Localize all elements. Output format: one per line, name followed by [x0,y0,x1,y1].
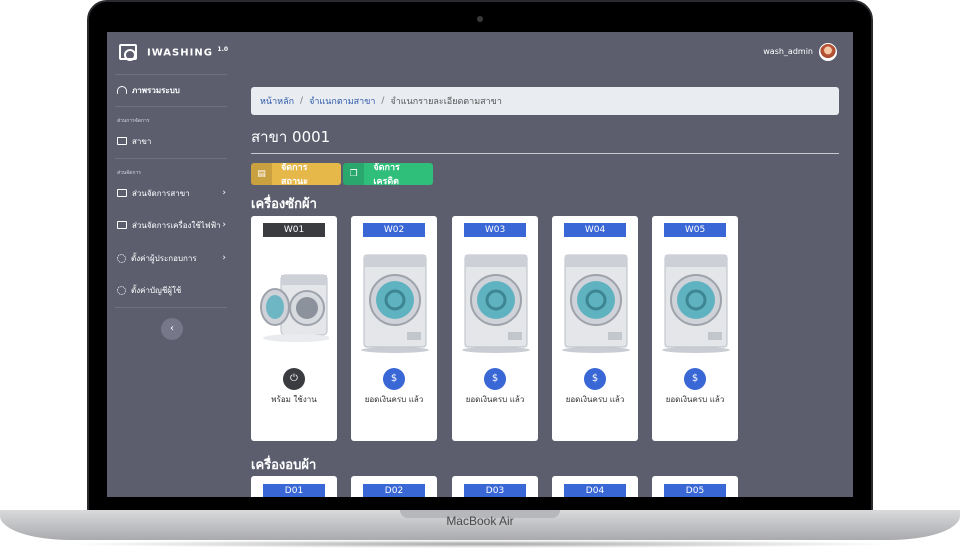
breadcrumb: หน้าหลัก / จำแนกตามสาขา / จำแนกรายละเอีย… [251,87,839,115]
washing-machine-icon [119,44,137,61]
machine-status-text: ยอดเงินครบ แล้ว [665,395,725,404]
sidebar-divider [115,158,227,159]
chevron-right-icon: › [222,253,226,263]
store-icon [117,137,127,145]
sidebar-item-branch-management[interactable]: ส่วนจัดการสาขา › [117,186,232,200]
machine-id-badge: D03 [464,484,526,497]
device-label: MacBook Air [446,514,514,528]
dryer-card-d03[interactable]: D03 [452,476,538,497]
sidebar-item-operator-settings[interactable]: ตั้งค่าผู้ประกอบการ › [117,251,232,265]
brand-logo[interactable]: IWASHING 1.0 [147,46,228,58]
dryers-section-title: เครื่องอบผ้า [251,458,317,473]
machine-id-badge: W05 [664,223,726,237]
sidebar: ภาพรวมระบบ ส่วนการจัดการ สาขา ส่วนจัดการ… [107,72,237,497]
breadcrumb-separator: / [381,96,385,106]
appliance-icon [117,221,127,229]
front-load-washer-open-image [260,274,329,342]
coin-hand-icon[interactable]: $ [484,368,506,390]
front-load-washer-image [662,254,730,353]
chevron-left-icon: ‹ [170,323,174,334]
top-bar: IWASHING 1.0 wash_admin [107,32,853,72]
sidebar-divider [115,74,227,75]
main-content: หน้าหลัก / จำแนกตามสาขา / จำแนกรายละเอีย… [237,72,853,497]
front-load-washer-image [361,254,429,353]
sidebar-item-label: ตั้งค่าบัญชีผู้ใช้ [131,285,182,295]
machine-id-badge: W03 [464,223,526,237]
laptop-shadow [60,540,900,548]
sidebar-item-label: ภาพรวมระบบ [132,85,180,95]
camera [477,16,483,22]
sidebar-item-label: ส่วนจัดการสาขา [132,188,190,198]
sidebar-item-label: ตั้งค่าผู้ประกอบการ [131,253,197,263]
machine-status-text: ยอดเงินครบ แล้ว [364,395,424,404]
front-load-washer-image [562,254,630,353]
washer-card-w05[interactable]: W05 $ ยอดเงินครบ แล้ว [652,216,738,441]
machine-id-badge: W04 [564,223,626,237]
coin-hand-icon[interactable]: $ [383,368,405,390]
manage-status-label: จัดการสถานะ [281,163,308,185]
page-title: สาขา 0001 [251,128,331,146]
chevron-right-icon: › [222,220,226,230]
sidebar-heading: ส่วนจัดการ [117,170,141,176]
machine-id-badge: D05 [664,484,726,497]
screen: IWASHING 1.0 wash_admin ภาพรวมระบบ ส่วนก… [107,32,853,497]
breadcrumb-home[interactable]: หน้าหลัก [260,94,294,108]
brand-version: 1.0 [217,46,229,53]
chevron-right-icon: › [222,188,226,198]
sidebar-item-label: สาขา [132,136,152,146]
id-card-icon: ▤ [251,163,272,185]
avatar[interactable] [819,43,837,61]
copy-icon: ❐ [343,163,365,185]
manage-credit-label: จัดการเครดิต [373,163,400,185]
manage-status-button[interactable]: ▤ จัดการสถานะ [251,163,341,185]
washer-card-w04[interactable]: W04 $ ยอดเงินครบ แล้ว [552,216,638,441]
title-divider [251,153,839,154]
machine-id-badge: W01 [263,223,325,237]
breadcrumb-separator: / [300,96,304,106]
coin-hand-icon[interactable]: $ [584,368,606,390]
dryer-card-d05[interactable]: D05 [652,476,738,497]
sidebar-item-appliance-management[interactable]: ส่วนจัดการเครื่องใช้ไฟฟ้า › [117,218,232,232]
dryer-card-d04[interactable]: D04 [552,476,638,497]
sidebar-item-overview[interactable]: ภาพรวมระบบ [117,83,232,97]
front-load-washer-image [462,254,530,353]
sidebar-item-branch[interactable]: สาขา [117,134,232,148]
washer-card-w02[interactable]: W02 $ ยอดเงินครบ แล้ว [351,216,437,441]
store-icon [117,189,127,197]
washers-section-title: เครื่องซักผ้า [251,197,317,212]
machine-status-text: ยอดเงินครบ แล้ว [465,395,525,404]
user-name[interactable]: wash_admin [763,47,813,56]
machine-id-badge: D04 [564,484,626,497]
sidebar-item-account-settings[interactable]: ตั้งค่าบัญชีผู้ใช้ [117,283,232,297]
dryer-card-d01[interactable]: D01 [251,476,337,497]
machine-id-badge: W02 [363,223,425,237]
sidebar-divider [115,106,227,107]
manage-credit-button[interactable]: ❐ จัดการเครดิต [343,163,433,185]
breadcrumb-current: จำแนกรายละเอียดตามสาขา [390,97,502,107]
coin-hand-icon[interactable]: $ [684,368,706,390]
brand-name: IWASHING [147,47,213,59]
machine-status-text: พร้อม ใช้งาน [271,395,317,404]
dryer-card-d02[interactable]: D02 [351,476,437,497]
gears-icon [117,285,126,295]
power-icon[interactable]: ⏻ [283,368,305,390]
washer-card-w03[interactable]: W03 $ ยอดเงินครบ แล้ว [452,216,538,441]
machine-id-badge: D01 [263,484,325,497]
sidebar-item-label: ส่วนจัดการเครื่องใช้ไฟฟ้า [132,220,221,230]
machine-status-text: ยอดเงินครบ แล้ว [565,395,625,404]
dashboard-icon [117,86,127,94]
machine-id-badge: D02 [363,484,425,497]
sidebar-divider [115,307,227,308]
sidebar-collapse-button[interactable]: ‹ [161,318,183,340]
handshake-icon [117,253,126,263]
sidebar-heading: ส่วนการจัดการ [117,118,150,124]
washer-card-w01[interactable]: W01 ⏻ พร้อม ใช้งาน [251,216,337,441]
breadcrumb-branches[interactable]: จำแนกตามสาขา [309,94,375,108]
